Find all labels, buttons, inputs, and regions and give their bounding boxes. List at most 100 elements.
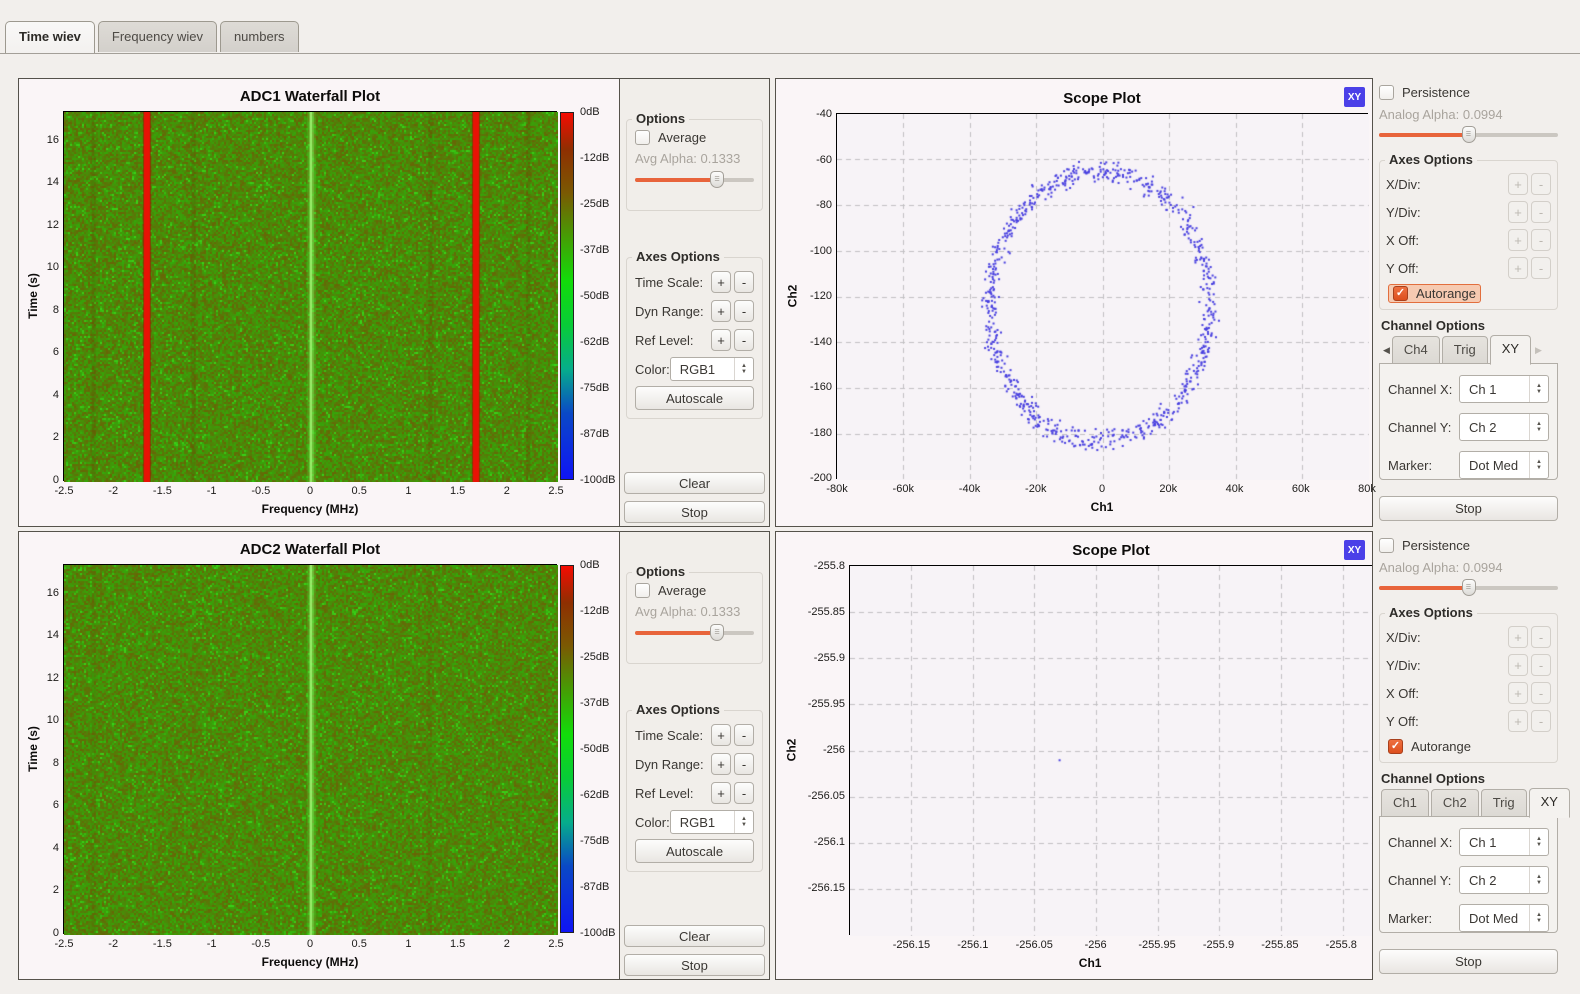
scope2-xdiv-minus-button[interactable]: - [1531, 626, 1551, 648]
scope1-ydiv-plus-button[interactable]: + [1508, 201, 1528, 223]
scope1-marker-arrows[interactable]: ▲▼ [1529, 452, 1548, 478]
adc1-stop-button[interactable]: Stop [624, 501, 765, 523]
tab-frequency-wiev[interactable]: Frequency wiev [98, 21, 217, 52]
spin-down-icon[interactable]: ▼ [741, 822, 747, 828]
adc1-time-scale-plus-button[interactable]: + [711, 271, 731, 293]
adc1-color-spinbox[interactable]: RGB1 ▲▼ [670, 357, 754, 381]
adc2-avg-alpha-slider[interactable]: ☰ [635, 624, 754, 641]
scope2-autorange-checkbox[interactable]: ✓ [1388, 739, 1403, 754]
adc2-autoscale-button[interactable]: Autoscale [635, 839, 754, 863]
channel-tab-ch1[interactable]: Ch1 [1381, 789, 1429, 817]
scope2-xdiv-plus-button[interactable]: + [1508, 626, 1528, 648]
scope1-analog-alpha-value: Analog Alpha: 0.0994 [1379, 107, 1558, 122]
adc1-autoscale-button[interactable]: Autoscale [635, 386, 754, 410]
tab-scroll-left-icon[interactable]: ◀ [1381, 345, 1392, 364]
scope1-slider-handle[interactable]: ☰ [1462, 126, 1476, 143]
adc1-waterfall-panel: ADC1 Waterfall Plot Time (s) 16141210864… [18, 78, 770, 527]
spin-down-icon[interactable]: ▼ [1536, 427, 1542, 433]
scope2-xoff-plus-button[interactable]: + [1508, 682, 1528, 704]
adc2-ref-level-plus-button[interactable]: + [711, 782, 731, 804]
tick-label: -255.85 [1261, 939, 1298, 951]
adc2-average-checkbox[interactable] [635, 583, 650, 598]
scope2-channel-y-spinbox[interactable]: Ch 2 ▲▼ [1459, 866, 1549, 894]
adc2-time-scale-plus-button[interactable]: + [711, 724, 731, 746]
adc2-color-spinbox[interactable]: RGB1 ▲▼ [670, 810, 754, 834]
adc1-slider-handle[interactable]: ☰ [710, 171, 724, 188]
scope1-xdiv-minus-button[interactable]: - [1531, 173, 1551, 195]
scope1-channel-y-spinbox[interactable]: Ch 2 ▲▼ [1459, 413, 1549, 441]
scope2-channel-x-arrows[interactable]: ▲▼ [1529, 829, 1548, 855]
scope2-marker-arrows[interactable]: ▲▼ [1529, 905, 1548, 931]
spin-down-icon[interactable]: ▼ [1536, 465, 1542, 471]
scope2-marker-label: Marker: [1388, 911, 1432, 926]
scope2-stop-button[interactable]: Stop [1379, 949, 1558, 974]
adc1-clear-button[interactable]: Clear [624, 472, 765, 494]
scope1-yoff-minus-button[interactable]: - [1531, 257, 1551, 279]
application-window: Time wiev Frequency wiev numbers ADC1 Wa… [0, 0, 1580, 994]
scope1-yoff-plus-button[interactable]: + [1508, 257, 1528, 279]
scope2-yoff-minus-button[interactable]: - [1531, 710, 1551, 732]
adc2-stop-button[interactable]: Stop [624, 954, 765, 976]
tick-label: 60k [1292, 483, 1310, 495]
channel-tab-ch2[interactable]: Ch2 [1431, 789, 1479, 817]
channel-tab-xy[interactable]: XY [1490, 335, 1531, 365]
spin-down-icon[interactable]: ▼ [741, 369, 747, 375]
adc1-color-spin-arrows[interactable]: ▲▼ [734, 358, 753, 380]
scope2-channel-y-arrows[interactable]: ▲▼ [1529, 867, 1548, 893]
adc1-avg-alpha-slider[interactable]: ☰ [635, 171, 754, 188]
adc1-ref-level-minus-button[interactable]: - [734, 329, 754, 351]
scope1-xoff-minus-button[interactable]: - [1531, 229, 1551, 251]
adc2-color-spin-arrows[interactable]: ▲▼ [734, 811, 753, 833]
scope1-channel-y-arrows[interactable]: ▲▼ [1529, 414, 1548, 440]
adc1-dyn-range-minus-button[interactable]: - [734, 300, 754, 322]
tick-label: -0.5 [251, 485, 270, 497]
adc2-dyn-range-minus-button[interactable]: - [734, 753, 754, 775]
spin-down-icon[interactable]: ▼ [1536, 389, 1542, 395]
channel-tab-ch4[interactable]: Ch4 [1392, 336, 1440, 364]
adc2-clear-button[interactable]: Clear [624, 925, 765, 947]
adc2-ref-level-minus-button[interactable]: - [734, 782, 754, 804]
scope2-analog-alpha-slider[interactable]: ☰ [1379, 579, 1558, 596]
tick-label: -100 [810, 245, 832, 257]
adc1-time-scale-minus-button[interactable]: - [734, 271, 754, 293]
channel-tab-xy[interactable]: XY [1529, 788, 1570, 818]
scope1-xdiv-plus-button[interactable]: + [1508, 173, 1528, 195]
scope1-xoff-plus-button[interactable]: + [1508, 229, 1528, 251]
adc1-dyn-range-plus-button[interactable]: + [711, 300, 731, 322]
adc1-average-checkbox[interactable] [635, 130, 650, 145]
scope1-autorange-checkbox[interactable]: ✓ [1393, 286, 1408, 301]
adc2-slider-handle[interactable]: ☰ [710, 624, 724, 641]
adc1-ref-level-plus-button[interactable]: + [711, 329, 731, 351]
scope1-persistence-checkbox[interactable] [1379, 85, 1394, 100]
scope1-channel-y-value: Ch 2 [1460, 414, 1529, 440]
scope2-marker-spinbox[interactable]: Dot Med ▲▼ [1459, 904, 1549, 932]
scope2-xoff-minus-button[interactable]: - [1531, 682, 1551, 704]
scope2-persistence-checkbox[interactable] [1379, 538, 1394, 553]
scope2-yoff-plus-button[interactable]: + [1508, 710, 1528, 732]
scope2-slider-handle[interactable]: ☰ [1462, 579, 1476, 596]
scope2-ydiv-plus-button[interactable]: + [1508, 654, 1528, 676]
scope2-ydiv-minus-button[interactable]: - [1531, 654, 1551, 676]
scope1-analog-alpha-slider[interactable]: ☰ [1379, 126, 1558, 143]
scope1-x-axis-label: Ch1 [1091, 500, 1114, 514]
scope1-channel-x-arrows[interactable]: ▲▼ [1529, 376, 1548, 402]
scope2-persistence-label: Persistence [1402, 538, 1470, 553]
adc2-dyn-range-plus-button[interactable]: + [711, 753, 731, 775]
tab-time-wiev[interactable]: Time wiev [5, 21, 95, 53]
scope1-ydiv-minus-button[interactable]: - [1531, 201, 1551, 223]
adc2-time-scale-minus-button[interactable]: - [734, 724, 754, 746]
scope2-channel-x-spinbox[interactable]: Ch 1 ▲▼ [1459, 828, 1549, 856]
colorbar-tick-label: -50dB [580, 290, 609, 302]
tick-label: -0.5 [251, 938, 270, 950]
spin-down-icon[interactable]: ▼ [1536, 918, 1542, 924]
scope1-channel-x-spinbox[interactable]: Ch 1 ▲▼ [1459, 375, 1549, 403]
channel-tab-trig[interactable]: Trig [1442, 336, 1488, 364]
spin-down-icon[interactable]: ▼ [1536, 842, 1542, 848]
tab-scroll-right-icon[interactable]: ▶ [1533, 345, 1544, 364]
scope1-stop-button[interactable]: Stop [1379, 496, 1558, 521]
scope1-marker-spinbox[interactable]: Dot Med ▲▼ [1459, 451, 1549, 479]
channel-tab-trig[interactable]: Trig [1481, 789, 1527, 817]
scope2-xy-badge: XY [1344, 540, 1365, 560]
tab-numbers[interactable]: numbers [220, 21, 299, 52]
spin-down-icon[interactable]: ▼ [1536, 880, 1542, 886]
